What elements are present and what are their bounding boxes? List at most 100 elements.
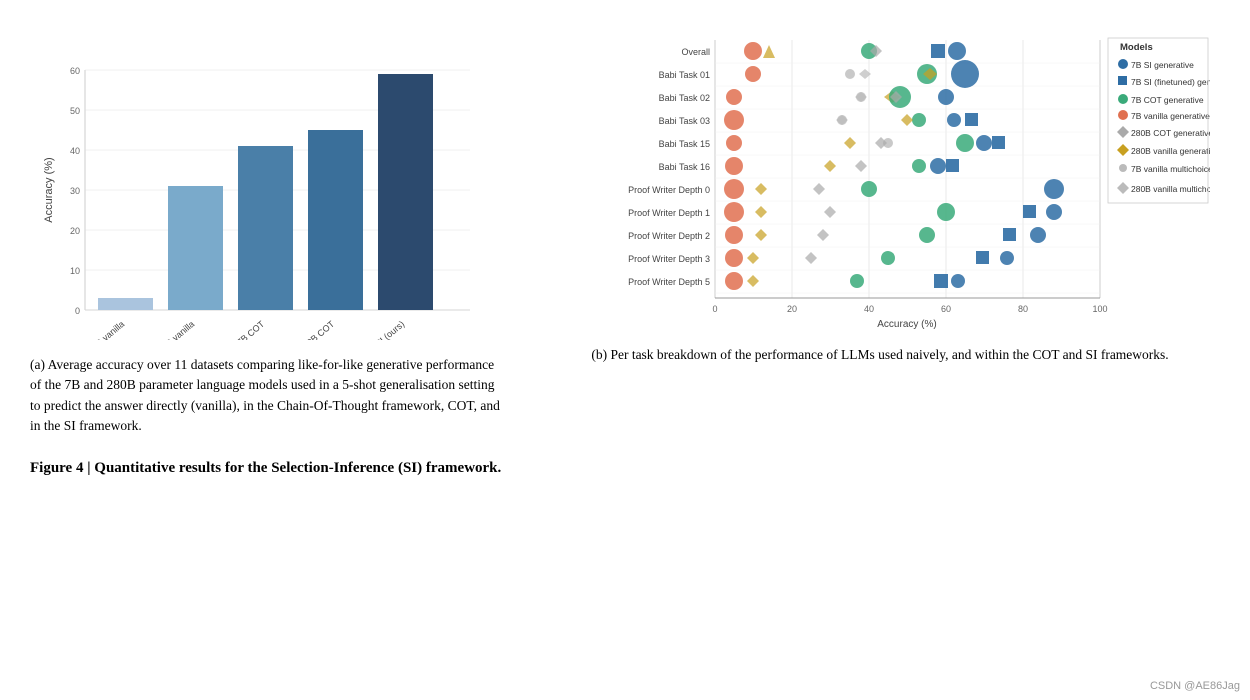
- legend-label: 7B SI generative: [1131, 60, 1194, 70]
- figure-b: 0 20 40 60 80 100 Accuracy (%) Overall B…: [540, 20, 1220, 365]
- dot: [934, 274, 948, 288]
- svg-text:60: 60: [70, 66, 80, 76]
- dot: [951, 60, 979, 88]
- svg-text:Babi Task 02: Babi Task 02: [659, 93, 710, 103]
- svg-text:Proof Writer Depth 3: Proof Writer Depth 3: [628, 254, 710, 264]
- figures-row: Accuracy (%) 0 10 20 30 40: [30, 20, 1220, 436]
- dot: [725, 272, 743, 290]
- dot: [1030, 227, 1046, 243]
- legend-label: 280B vanilla multichoice: [1131, 184, 1210, 194]
- dot: [1044, 179, 1064, 199]
- dot: [724, 202, 744, 222]
- svg-text:20: 20: [787, 304, 797, 314]
- svg-text:50: 50: [70, 106, 80, 116]
- dot: [724, 110, 744, 130]
- legend-label: 7B vanilla generative: [1131, 111, 1210, 121]
- dot: [850, 274, 864, 288]
- main-container: Accuracy (%) 0 10 20 30 40: [0, 0, 1250, 497]
- dot: [937, 203, 955, 221]
- svg-text:80: 80: [1018, 304, 1028, 314]
- dot: [976, 251, 989, 264]
- x-label-3: 280B COT: [297, 319, 336, 340]
- svg-text:Proof Writer Depth 1: Proof Writer Depth 1: [628, 208, 710, 218]
- dot: [919, 227, 935, 243]
- dot: [726, 135, 742, 151]
- x-label-4: 7B SI (ours): [363, 319, 406, 340]
- dot: [824, 206, 836, 218]
- svg-text:30: 30: [70, 186, 80, 196]
- x-label-1: 280B vanilla: [152, 319, 196, 340]
- bar-7b-si: [378, 74, 433, 310]
- bar-280b-vanilla: [168, 186, 223, 310]
- dot: [745, 66, 761, 82]
- bar-chart-svg: Accuracy (%) 0 10 20 30 40: [40, 30, 490, 340]
- svg-text:Proof Writer Depth 2: Proof Writer Depth 2: [628, 231, 710, 241]
- figure-a: Accuracy (%) 0 10 20 30 40: [30, 20, 510, 436]
- dot: [744, 42, 762, 60]
- dot: [813, 183, 825, 195]
- csdn-watermark: CSDN @AE86Jag: [1150, 680, 1240, 692]
- dot: [725, 157, 743, 175]
- legend-dot: [1118, 59, 1128, 69]
- dot: [855, 92, 867, 102]
- dot: [824, 160, 836, 172]
- dot: [875, 137, 887, 149]
- legend-label: 7B vanilla multichoice: [1131, 164, 1210, 174]
- dot: [946, 159, 959, 172]
- dot: [912, 113, 926, 127]
- legend-dot: [1117, 126, 1129, 138]
- dot: [976, 135, 992, 151]
- svg-text:Proof Writer Depth 5: Proof Writer Depth 5: [628, 277, 710, 287]
- bar-280b-cot: [308, 130, 363, 310]
- bar-7b-cot: [238, 146, 293, 310]
- legend-dot: [1118, 94, 1128, 104]
- legend-dot: [1117, 144, 1129, 156]
- dot: [725, 226, 743, 244]
- dot: [845, 69, 855, 79]
- dot: [855, 160, 867, 172]
- legend-dot: [1119, 164, 1127, 172]
- x-label-0: 7B vanilla: [90, 319, 126, 340]
- dot: [763, 45, 775, 58]
- dot: [1000, 251, 1014, 265]
- svg-text:Accuracy (%): Accuracy (%): [877, 319, 936, 330]
- dot: [755, 183, 767, 195]
- svg-text:Proof Writer Depth 0: Proof Writer Depth 0: [628, 185, 710, 195]
- dot: [956, 134, 974, 152]
- svg-text:Babi Task 03: Babi Task 03: [659, 116, 710, 126]
- caption-b: (b) Per task breakdown of the performanc…: [540, 345, 1220, 365]
- dot: [805, 252, 817, 264]
- dot: [912, 159, 926, 173]
- dot: [747, 252, 759, 264]
- dot: [930, 158, 946, 174]
- dot: [836, 115, 848, 125]
- dot: [755, 229, 767, 241]
- legend-title: Models: [1120, 42, 1153, 53]
- dot: [725, 249, 743, 267]
- dot: [726, 89, 742, 105]
- svg-text:Overall: Overall: [681, 47, 710, 57]
- svg-text:Babi Task 01: Babi Task 01: [659, 70, 710, 80]
- legend-dot: [1117, 182, 1129, 194]
- dot: [755, 206, 767, 218]
- svg-text:60: 60: [941, 304, 951, 314]
- legend-label: 280B COT generative: [1131, 128, 1210, 138]
- dot: [1046, 204, 1062, 220]
- x-label-2: 7B COT: [235, 319, 267, 340]
- svg-text:40: 40: [864, 304, 874, 314]
- svg-text:Babi Task 16: Babi Task 16: [659, 162, 710, 172]
- y-axis-label: Accuracy (%): [43, 157, 55, 222]
- legend-label: 280B vanilla generative: [1131, 146, 1210, 156]
- dot: [881, 251, 895, 265]
- svg-text:40: 40: [70, 146, 80, 156]
- dot: [947, 113, 961, 127]
- bar-7b-vanilla: [98, 298, 153, 310]
- dot: [948, 42, 966, 60]
- svg-text:0: 0: [712, 304, 717, 314]
- dot: [747, 275, 759, 287]
- dot: [861, 181, 877, 197]
- dot: [931, 44, 945, 58]
- dot: [951, 274, 965, 288]
- dot: [992, 136, 1005, 149]
- dot: [844, 137, 856, 149]
